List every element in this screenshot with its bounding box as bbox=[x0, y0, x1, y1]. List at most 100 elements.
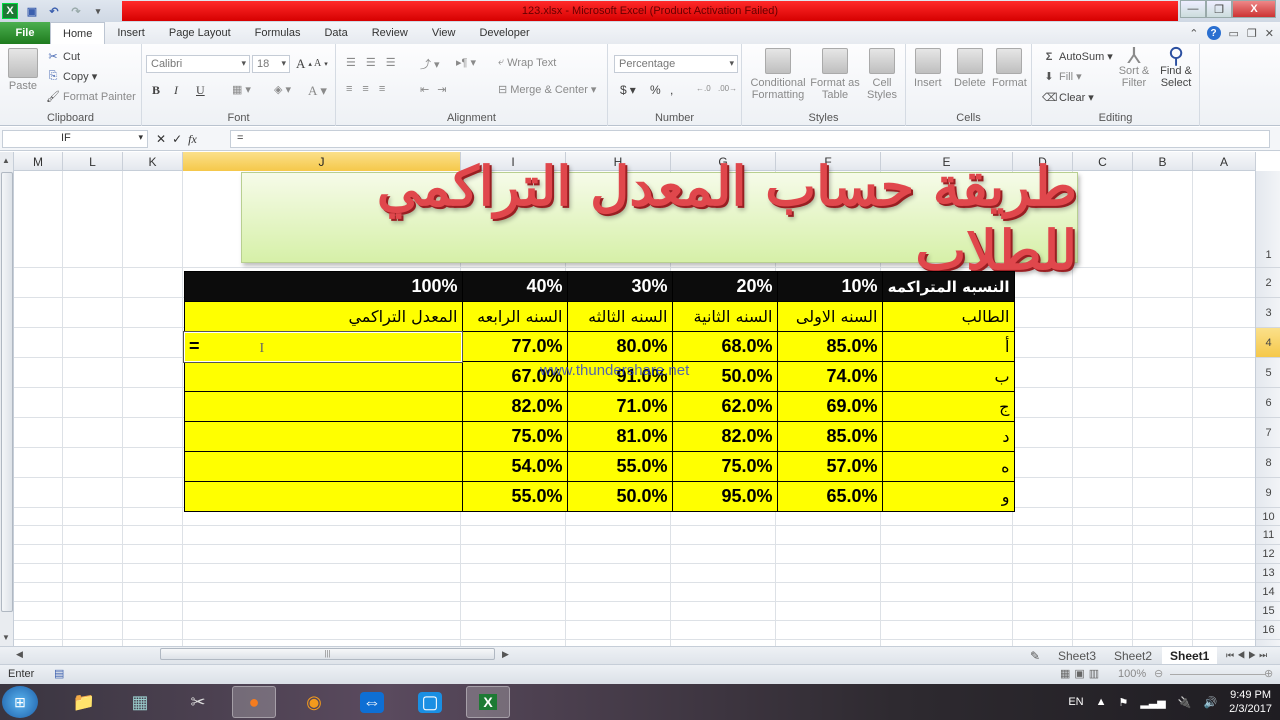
row-header-10[interactable]: 10 bbox=[1256, 508, 1280, 526]
row-header-5[interactable]: 5 bbox=[1256, 358, 1280, 388]
cell-year1[interactable]: 57.0% bbox=[776, 451, 883, 482]
sheet-tab-sheet3[interactable]: Sheet3 bbox=[1050, 647, 1104, 664]
row-header-1[interactable]: 1 bbox=[1256, 171, 1280, 268]
row-header-11[interactable]: 11 bbox=[1256, 526, 1280, 545]
view-buttons[interactable]: ▦▣▥ bbox=[1060, 667, 1103, 680]
volume-icon[interactable]: 🔊 bbox=[1203, 696, 1217, 709]
cell-student-name[interactable]: د bbox=[881, 421, 1015, 452]
cell-year2[interactable]: 75.0% bbox=[671, 451, 778, 482]
row-header-15[interactable]: 15 bbox=[1256, 602, 1280, 621]
number-format-select[interactable]: Percentage bbox=[614, 55, 738, 73]
font-color-button[interactable]: A ▾ bbox=[308, 83, 327, 99]
column-header-a[interactable]: A bbox=[1193, 152, 1256, 171]
save-icon[interactable]: ▣ bbox=[24, 3, 40, 19]
cell-total-weight[interactable]: 100% bbox=[183, 271, 463, 302]
sheet-nav-buttons[interactable]: ⏮◀▶⏭ bbox=[1218, 647, 1278, 664]
merge-center-button[interactable]: ⊟ Merge & Center ▾ bbox=[498, 83, 596, 97]
minimize-button[interactable]: — bbox=[1180, 0, 1206, 18]
insert-function-icon[interactable]: fx bbox=[188, 132, 197, 147]
cell-year2[interactable]: 68.0% bbox=[671, 331, 778, 362]
taskbar-calculator[interactable]: ▦ bbox=[118, 686, 162, 718]
cell-gpa-header[interactable]: المعدل التراكمي bbox=[183, 301, 463, 332]
column-header-k[interactable]: K bbox=[123, 152, 183, 171]
cell-year3-header[interactable]: السنه الثالثه bbox=[566, 301, 673, 332]
language-indicator[interactable]: EN bbox=[1068, 696, 1083, 708]
cell-gpa[interactable] bbox=[183, 451, 463, 482]
cell-student-header[interactable]: الطالب bbox=[881, 301, 1015, 332]
zoom-in-icon[interactable]: ⊕ bbox=[1264, 667, 1273, 680]
currency-button[interactable]: $ ▾ bbox=[620, 83, 636, 97]
zoom-level[interactable]: 100% bbox=[1118, 668, 1146, 680]
scroll-up-icon[interactable]: ▲ bbox=[2, 156, 10, 165]
format-as-table-button[interactable]: Format as Table bbox=[810, 48, 860, 101]
align-right-icon[interactable]: ≡ bbox=[379, 83, 385, 95]
font-name-select[interactable]: Calibri bbox=[146, 55, 250, 73]
scroll-right-icon[interactable]: ▶ bbox=[502, 649, 509, 660]
wrap-text-button[interactable]: ⤶ Wrap Text bbox=[498, 56, 556, 69]
copy-button[interactable]: ⎘ Copy ▾ bbox=[46, 70, 98, 83]
scroll-left-icon[interactable]: ◀ bbox=[16, 649, 23, 660]
cell-year2-header[interactable]: السنه الثانية bbox=[671, 301, 778, 332]
customize-qat-icon[interactable]: ▾ bbox=[90, 3, 106, 19]
cell-year4[interactable]: 55.0% bbox=[461, 481, 568, 512]
taskbar-file-explorer[interactable]: 📁 bbox=[62, 686, 106, 718]
align-bottom-icon[interactable]: ☰ bbox=[386, 56, 396, 69]
cell-year1-header[interactable]: السنه الاولى bbox=[776, 301, 883, 332]
row-header-16[interactable]: 16 bbox=[1256, 621, 1280, 640]
insert-cells-button[interactable]: Insert bbox=[914, 48, 942, 89]
cell-student-name[interactable]: ج bbox=[881, 391, 1015, 422]
cell-year4[interactable]: 54.0% bbox=[461, 451, 568, 482]
grow-font-button[interactable]: A ▴ bbox=[296, 56, 312, 72]
cell-year3-weight[interactable]: 30% bbox=[566, 271, 673, 302]
taskbar-excel[interactable]: X bbox=[466, 686, 510, 718]
tab-view[interactable]: View bbox=[420, 22, 468, 44]
tab-insert[interactable]: Insert bbox=[105, 22, 157, 44]
clock[interactable]: 9:49 PM 2/3/2017 bbox=[1229, 688, 1272, 716]
cell-year3[interactable]: 81.0% bbox=[566, 421, 673, 452]
clear-button[interactable]: ⌫ Clear ▾ bbox=[1042, 91, 1094, 105]
cell-student-name[interactable]: و bbox=[881, 481, 1015, 512]
row-header-6[interactable]: 6 bbox=[1256, 388, 1280, 418]
row-header-7[interactable]: 7 bbox=[1256, 418, 1280, 448]
cell-year4-header[interactable]: السنه الرابعه bbox=[461, 301, 568, 332]
cell-year1[interactable]: 65.0% bbox=[776, 481, 883, 512]
sheet-tab-sheet2[interactable]: Sheet2 bbox=[1106, 647, 1160, 664]
cell-year3[interactable]: 55.0% bbox=[566, 451, 673, 482]
cancel-formula-icon[interactable]: ✕ bbox=[156, 132, 166, 146]
align-center-icon[interactable]: ≡ bbox=[362, 83, 368, 95]
font-size-select[interactable]: 18 bbox=[252, 55, 290, 73]
bold-button[interactable]: B bbox=[152, 83, 160, 98]
row-header-9[interactable]: 9 bbox=[1256, 478, 1280, 508]
align-left-icon[interactable]: ≡ bbox=[346, 83, 352, 95]
vertical-scrollbar[interactable]: ▲ ▼ bbox=[0, 152, 14, 646]
increase-decimal-button[interactable]: ←.0 bbox=[696, 84, 711, 93]
tab-home[interactable]: Home bbox=[50, 22, 106, 44]
cell-year4-weight[interactable]: 40% bbox=[461, 271, 568, 302]
cell-year1[interactable]: 85.0% bbox=[776, 331, 883, 362]
cell-student-name[interactable]: ب bbox=[881, 361, 1015, 392]
row-header-2[interactable]: 2 bbox=[1256, 268, 1280, 298]
cell-year1[interactable]: 74.0% bbox=[776, 361, 883, 392]
sort-filter-button[interactable]: ⅄ Sort & Filter bbox=[1116, 45, 1152, 90]
undo-icon[interactable]: ↶ bbox=[46, 3, 62, 19]
network-icon[interactable]: ▂▃▅ bbox=[1140, 696, 1165, 709]
help-icon[interactable]: ? bbox=[1206, 26, 1221, 40]
workbook-restore-icon[interactable]: ❐ bbox=[1247, 27, 1257, 40]
shrink-font-button[interactable]: A ▾ bbox=[314, 58, 328, 69]
cell-year2-weight[interactable]: 20% bbox=[671, 271, 778, 302]
underline-button[interactable]: U bbox=[196, 83, 205, 98]
cell-year2[interactable]: 95.0% bbox=[671, 481, 778, 512]
find-select-button[interactable]: ⚲ Find & Select bbox=[1156, 45, 1196, 90]
macro-record-icon[interactable]: ▤ bbox=[54, 667, 64, 680]
cell-year1[interactable]: 85.0% bbox=[776, 421, 883, 452]
text-direction-button[interactable]: ▸¶ ▾ bbox=[456, 56, 476, 69]
taskbar-firefox[interactable]: ● bbox=[232, 686, 276, 718]
row-header-14[interactable]: 14 bbox=[1256, 583, 1280, 602]
orientation-button[interactable]: ⤴ ▾ bbox=[420, 56, 440, 72]
format-cells-button[interactable]: Format bbox=[992, 48, 1027, 89]
align-middle-icon[interactable]: ☰ bbox=[366, 56, 376, 69]
enter-formula-icon[interactable]: ✓ bbox=[172, 132, 182, 146]
power-icon[interactable]: 🔌 bbox=[1178, 696, 1192, 709]
conditional-formatting-button[interactable]: Conditional Formatting bbox=[748, 48, 808, 101]
row-header-13[interactable]: 13 bbox=[1256, 564, 1280, 583]
